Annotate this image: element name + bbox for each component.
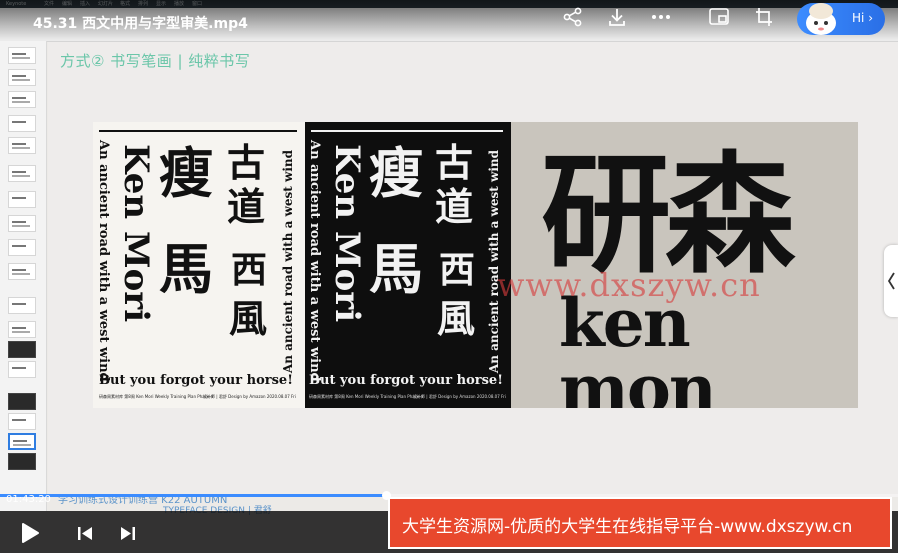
slide-thumbnail[interactable]	[8, 69, 36, 86]
poster-footer-left: 研森周素材库 第8周 Ken Mori Weekly Training Plan…	[309, 394, 424, 399]
poster-vertical-text-right: An ancient road with a west wind	[487, 150, 501, 374]
assistant-label[interactable]: Hi ›	[852, 11, 873, 25]
more-icon[interactable]	[650, 7, 672, 27]
slide-thumbnail[interactable]	[8, 393, 36, 410]
slide-thumbnail[interactable]	[8, 47, 36, 64]
video-title: 45.31 西文中用与字型审美.mp4	[33, 16, 248, 32]
side-panel-handle[interactable]	[884, 245, 898, 317]
slide-thumbnail[interactable]	[8, 413, 36, 430]
brand-cn: 研森	[541, 138, 795, 291]
poster-rule	[99, 130, 297, 132]
chevron-right-icon: ›	[868, 11, 873, 25]
keynote-app: Keynote 文件 编辑 插入 幻灯片 格式 排列 显示 播放 窗口 方式② …	[0, 0, 898, 553]
glyph-gu: 古	[227, 140, 266, 185]
glyph-shou: 瘦	[369, 141, 423, 205]
slide-thumbnail[interactable]	[8, 297, 36, 314]
slide-thumbnail[interactable]	[8, 165, 36, 182]
poster-footer-right: 设计师 | 君舒 Design by Amazon 2020.08.07 Fri	[203, 394, 296, 399]
crop-icon[interactable]	[754, 6, 774, 28]
poster-tagline: But you forgot your horse!	[309, 373, 503, 388]
poster-black: An ancient road with a west wind Ken Mor…	[305, 122, 511, 408]
poster-tagline: But you forgot your horse!	[99, 373, 293, 388]
glyph-shou: 瘦	[159, 141, 213, 205]
glyph-xi: 西	[439, 249, 476, 291]
picture-in-picture-icon[interactable]	[708, 6, 730, 28]
slide-thumbnail[interactable]	[8, 361, 36, 378]
slide-thumbnail[interactable]	[8, 321, 36, 338]
promo-banner[interactable]: 大学生资源网-优质的大学生在线指导平台-www.dxszyw.cn	[388, 497, 892, 549]
share-icon[interactable]	[563, 7, 583, 27]
assistant-label-text: Hi	[852, 11, 865, 25]
time-label: 01:43:20	[6, 494, 51, 505]
next-icon[interactable]	[120, 526, 136, 541]
brand-panel: 研森 ken mon	[511, 122, 858, 408]
poster-vertical-text: An ancient road with a west wind	[307, 140, 322, 382]
slide-navigator	[0, 41, 47, 511]
slide-thumbnail[interactable]	[8, 91, 36, 108]
slide-heading: 方式② 书写笔画 | 纯粹书写	[60, 52, 251, 70]
glyph-xi: 西	[231, 249, 268, 291]
poster-white: An ancient road with a west wind Ken Mor…	[93, 122, 305, 408]
poster-footer-right: 设计师 | 君舒 Design by Amazon 2020.08.07 Fri	[413, 394, 506, 399]
slide-thumbnail[interactable]	[8, 115, 36, 132]
play-icon[interactable]	[20, 522, 40, 544]
brand-en: ken mon	[559, 284, 717, 408]
inline-watermark: www.dxszyw.cn	[497, 266, 761, 304]
slide-thumbnail[interactable]	[8, 453, 36, 470]
glyph-ma: 馬	[369, 237, 423, 301]
glyph-gu: 古	[435, 140, 474, 185]
glyph-feng: 風	[437, 296, 476, 341]
progress-fill	[0, 494, 387, 497]
slide-thumbnail[interactable]	[8, 263, 36, 280]
slide-thumbnail-selected[interactable]	[8, 433, 36, 450]
glyph-ma: 馬	[159, 237, 213, 301]
previous-icon[interactable]	[77, 526, 93, 541]
poster-name: Ken Mori	[116, 144, 156, 323]
poster-rule	[311, 130, 503, 132]
glyph-dao: 道	[227, 184, 266, 229]
poster-footer-left: 研森周素材库 第8周 Ken Mori Weekly Training Plan…	[99, 394, 214, 399]
slide-thumbnail[interactable]	[8, 341, 36, 358]
poster-vertical-text-right: An ancient road with a west wind	[281, 150, 295, 374]
slide-thumbnail[interactable]	[8, 215, 36, 232]
slide-thumbnail[interactable]	[8, 137, 36, 154]
slide-thumbnail[interactable]	[8, 239, 36, 256]
chevron-left-icon	[887, 272, 895, 290]
assistant-avatar-icon[interactable]	[801, 1, 841, 37]
slide-thumbnail[interactable]	[8, 191, 36, 208]
promo-banner-text: 大学生资源网-优质的大学生在线指导平台-www.dxszyw.cn	[402, 517, 853, 537]
download-icon[interactable]	[607, 7, 627, 27]
poster-name: Ken Mori	[327, 144, 367, 323]
glyph-feng: 風	[229, 296, 268, 341]
poster-vertical-text: An ancient road with a west wind	[96, 140, 111, 382]
glyph-dao: 道	[435, 184, 474, 229]
